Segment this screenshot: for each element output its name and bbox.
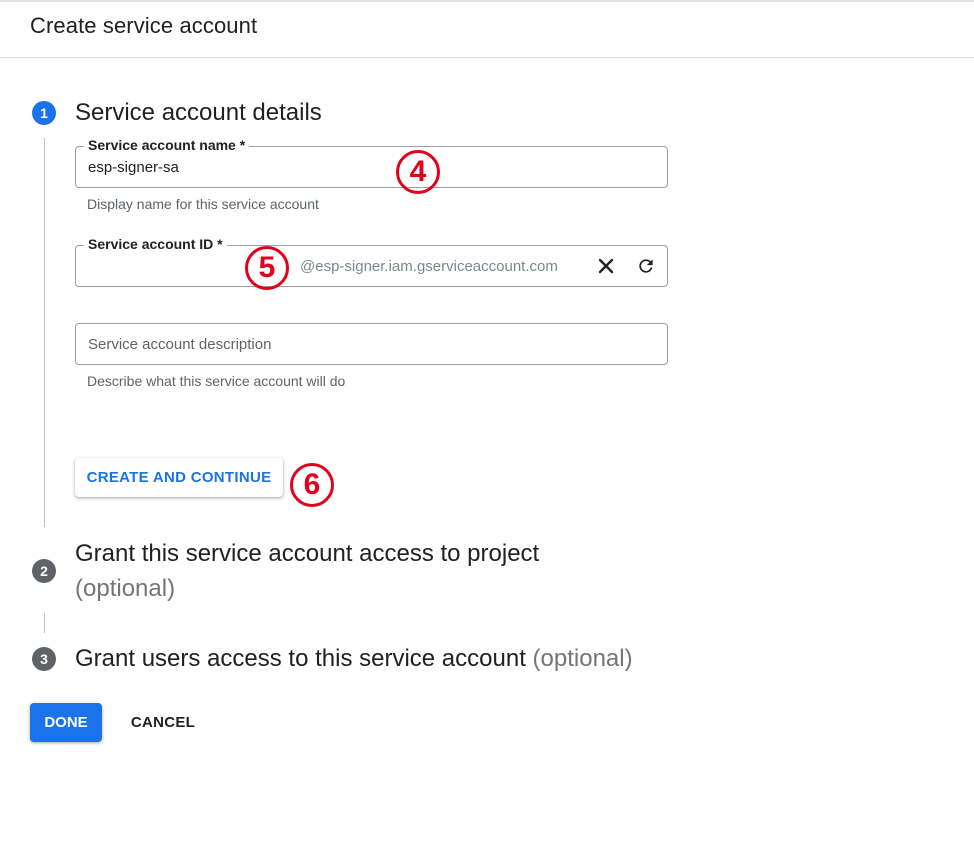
service-account-name-hint: Display name for this service account <box>87 196 319 212</box>
service-account-id-label: Service account ID * <box>84 236 227 252</box>
service-account-description-hint: Describe what this service account will … <box>87 373 346 389</box>
service-account-name-value: esp-signer-sa <box>88 159 179 176</box>
close-icon[interactable] <box>592 252 620 280</box>
create-service-account-page: Create service account 1 Service account… <box>0 0 974 848</box>
step-3-number: 3 <box>32 647 56 671</box>
step-2-title[interactable]: Grant this service account access to pro… <box>75 540 539 568</box>
create-and-continue-button[interactable]: CREATE AND CONTINUE <box>75 458 283 497</box>
cancel-button[interactable]: CANCEL <box>120 703 206 742</box>
done-button[interactable]: DONE <box>30 703 102 742</box>
service-account-description-placeholder: Service account description <box>88 336 272 353</box>
step-3-title-row[interactable]: Grant users access to this service accou… <box>75 645 633 673</box>
step-3-title: Grant users access to this service accou… <box>75 645 526 672</box>
step-1-number: 1 <box>32 101 56 125</box>
step-2-number: 2 <box>32 559 56 583</box>
service-account-id-domain-suffix: @esp-signer.iam.gserviceaccount.com <box>300 258 558 275</box>
service-account-description-field[interactable]: Service account description <box>75 323 668 365</box>
step-2-connector-line <box>44 613 45 633</box>
annotation-marker-5: 5 <box>245 246 289 290</box>
step-3-optional-label: (optional) <box>532 645 633 672</box>
service-account-name-field[interactable]: Service account name * esp-signer-sa <box>75 137 668 188</box>
step-2-optional-label: (optional) <box>75 575 176 602</box>
page-title: Create service account <box>30 13 258 38</box>
service-account-name-label: Service account name * <box>84 137 250 153</box>
step-1-connector-line <box>44 138 45 527</box>
page-header: Create service account <box>0 2 974 58</box>
service-account-id-field[interactable]: Service account ID * @esp-signer.iam.gse… <box>75 236 668 287</box>
step-1-title: Service account details <box>75 99 322 126</box>
refresh-icon[interactable] <box>632 252 660 280</box>
annotation-marker-4: 4 <box>396 150 440 194</box>
annotation-marker-6: 6 <box>290 463 334 507</box>
